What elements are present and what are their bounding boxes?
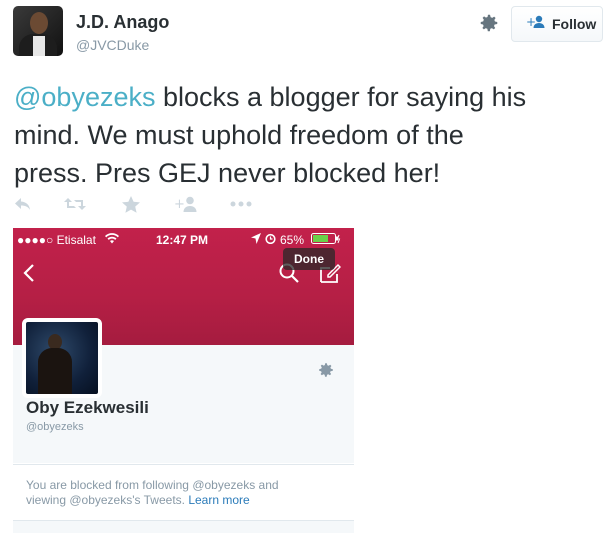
svg-text:+: +: [174, 197, 185, 212]
profile-name: Oby Ezekwesili: [26, 398, 149, 417]
carrier-label: ●●●●○ Etisalat: [17, 233, 96, 247]
tweet-line-2: mind. We must uphold freedom of the: [14, 120, 464, 150]
blocked-line-2: viewing @obyezeks's Tweets.: [26, 493, 189, 507]
done-tooltip[interactable]: Done: [283, 248, 335, 270]
reply-icon[interactable]: [14, 197, 64, 211]
location-icon: [251, 233, 261, 247]
profile-handle: @obyezeks: [26, 421, 84, 433]
add-user-icon: +: [526, 15, 546, 34]
tweet-line-1: @obyezeks blocks a blogger for saying hi…: [14, 78, 603, 116]
tweet-line-1-rest: blocks a blogger for saying his: [155, 82, 527, 112]
battery-icon: [311, 233, 341, 247]
wifi-icon: [105, 233, 119, 247]
tweet-actions: +: [14, 193, 252, 215]
status-time: 12:47 PM: [156, 233, 209, 247]
gear-icon[interactable]: [478, 12, 500, 34]
author-name[interactable]: J.D. Anago: [76, 12, 169, 33]
author-avatar[interactable]: [13, 6, 63, 56]
alarm-icon: [265, 233, 276, 247]
battery-percent: 65%: [280, 233, 305, 247]
follow-icon[interactable]: +: [174, 196, 230, 212]
retweet-icon[interactable]: [64, 197, 122, 211]
mention-link[interactable]: @obyezeks: [14, 82, 155, 112]
back-chevron-icon[interactable]: [23, 263, 35, 288]
follow-button-label: Follow: [552, 16, 597, 32]
blocked-line-1: You are blocked from following @obyezeks…: [26, 478, 279, 492]
author-handle[interactable]: @JVCDuke: [76, 37, 149, 53]
profile-photo[interactable]: [22, 318, 102, 398]
profile-gear-icon[interactable]: [317, 361, 335, 384]
follow-button[interactable]: + Follow: [511, 6, 603, 42]
bottom-strip: [13, 520, 354, 533]
learn-more-link[interactable]: Learn more: [188, 493, 249, 507]
favorite-icon[interactable]: [122, 195, 174, 213]
more-icon[interactable]: [230, 201, 252, 207]
tweet-text: @obyezeks blocks a blogger for saying hi…: [14, 78, 603, 192]
blocked-notice: You are blocked from following @obyezeks…: [26, 478, 346, 508]
tweet-line-3: press. Pres GEJ never blocked her!: [14, 158, 441, 188]
attached-screenshot[interactable]: ●●●●○ Etisalat 12:47 PM 65% Done Oby Eze…: [13, 228, 354, 533]
phone-status-bar: ●●●●○ Etisalat 12:47 PM 65%: [13, 228, 354, 250]
